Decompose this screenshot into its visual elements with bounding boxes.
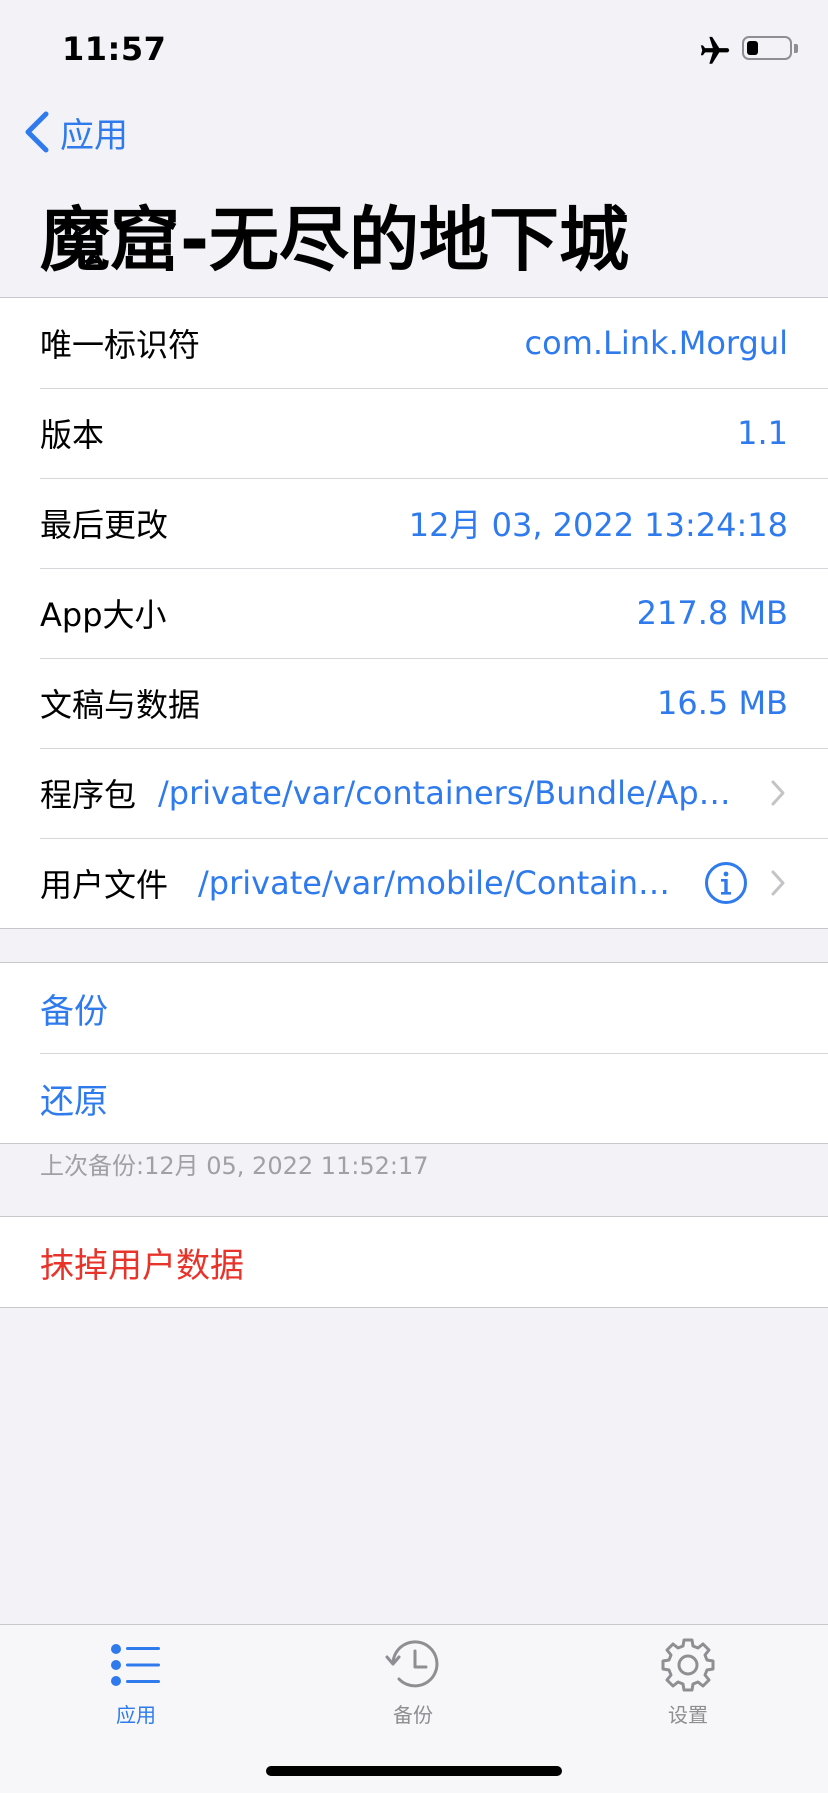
back-label: 应用 — [60, 115, 128, 156]
row-value: 217.8 MB — [636, 594, 788, 632]
last-backup-note: 上次备份:12月 05, 2022 11:52:17 — [40, 1152, 429, 1180]
row-label: 程序包 — [40, 776, 137, 814]
tab-backup[interactable]: 备份 — [343, 1635, 483, 1735]
row-label: 版本 — [40, 416, 105, 454]
row-last-modified: 最后更改 12月 03, 2022 13:24:18 — [0, 478, 828, 568]
row-label: 唯一标识符 — [40, 326, 201, 364]
chevron-right-icon — [771, 870, 785, 896]
row-label: 用户文件 — [40, 866, 169, 904]
info-icon[interactable] — [704, 861, 748, 905]
restore-button[interactable]: 还原 — [0, 1053, 828, 1143]
row-value: 12月 03, 2022 13:24:18 — [408, 506, 788, 544]
row-user-files-path[interactable]: 用户文件 /private/var/mobile/Containers... — [0, 838, 828, 928]
battery-icon — [742, 36, 792, 60]
user-files-path-value: /private/var/mobile/Containers... — [198, 864, 686, 902]
history-clock-icon — [385, 1640, 439, 1688]
status-bar: 11:57 — [0, 0, 828, 98]
tab-apps[interactable]: 应用 — [66, 1635, 206, 1735]
chevron-right-icon — [771, 780, 785, 806]
battery-cap — [794, 44, 798, 53]
chevron-left-icon — [25, 111, 49, 153]
bundle-path-value: /private/var/containers/Bundle/Applic... — [158, 774, 750, 812]
tab-label: 应用 — [116, 1703, 156, 1727]
row-value: 1.1 — [737, 414, 788, 452]
row-label: 最后更改 — [40, 506, 169, 544]
row-bundle-id: 唯一标识符 com.Link.Morgul — [0, 298, 828, 388]
tab-label: 备份 — [393, 1703, 433, 1727]
status-time: 11:57 — [62, 30, 167, 68]
row-documents-data: 文稿与数据 16.5 MB — [0, 658, 828, 748]
app-info-group: 唯一标识符 com.Link.Morgul 版本 1.1 最后更改 12月 03… — [0, 297, 828, 929]
row-label: App大小 — [40, 596, 167, 634]
home-indicator — [266, 1766, 562, 1776]
gear-icon — [661, 1638, 715, 1692]
tab-settings[interactable]: 设置 — [618, 1635, 758, 1735]
erase-group: 抹掉用户数据 — [0, 1216, 828, 1308]
airplane-mode-icon — [700, 36, 730, 64]
row-app-size: App大小 217.8 MB — [0, 568, 828, 658]
restore-label: 还原 — [40, 1081, 108, 1122]
backup-group: 备份 还原 — [0, 962, 828, 1144]
backup-label: 备份 — [40, 991, 108, 1032]
row-value: 16.5 MB — [657, 684, 788, 722]
row-version: 版本 1.1 — [0, 388, 828, 478]
tab-label: 设置 — [668, 1703, 708, 1727]
backup-button[interactable]: 备份 — [0, 963, 828, 1053]
row-label: 文稿与数据 — [40, 686, 201, 724]
erase-user-data-button[interactable]: 抹掉用户数据 — [0, 1217, 828, 1307]
list-icon — [111, 1644, 160, 1686]
back-button[interactable]: 应用 — [22, 106, 128, 158]
page-title: 魔窟-无尽的地下城 — [40, 199, 630, 281]
erase-user-data-label: 抹掉用户数据 — [40, 1245, 244, 1286]
row-value: com.Link.Morgul — [524, 324, 788, 362]
row-bundle-path[interactable]: 程序包 /private/var/containers/Bundle/Appli… — [0, 748, 828, 838]
